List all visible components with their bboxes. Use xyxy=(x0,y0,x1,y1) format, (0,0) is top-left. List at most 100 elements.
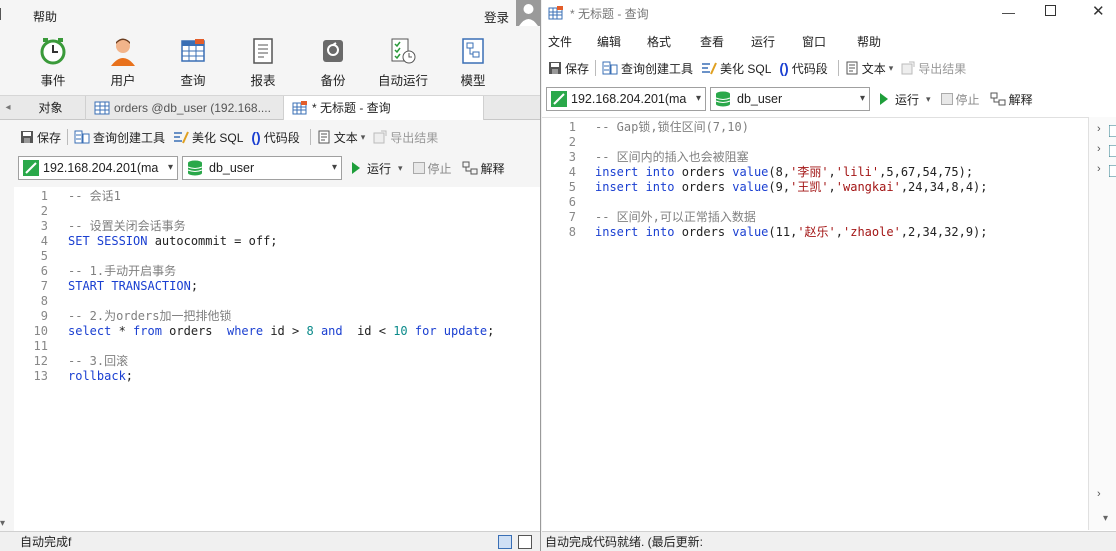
right-query-builder-label: 查询创建工具 xyxy=(621,61,694,76)
right-text-button[interactable]: 文本 ▾ xyxy=(845,60,893,77)
menu-format[interactable]: 格式 xyxy=(647,33,671,50)
tab-orders[interactable]: orders @db_user (192.168.... xyxy=(86,95,284,120)
code-token: ,5,67,54,75); xyxy=(879,165,974,179)
database-icon xyxy=(187,160,203,176)
split-view-icon[interactable] xyxy=(498,535,512,549)
right-title-bar: * 无标题 - 查询 — ✕ xyxy=(542,0,1116,26)
left-code-area[interactable]: -- 会话1 -- 设置关闭会话事务 SET SESSION autocommit… xyxy=(68,189,494,384)
left-database-select[interactable]: db_user ▾ xyxy=(182,156,342,180)
left-export-button[interactable]: 导出结果 xyxy=(373,129,438,146)
snippet-icon: () xyxy=(251,129,261,145)
save-icon xyxy=(21,131,33,143)
tab-objects[interactable]: 对象 xyxy=(16,95,86,120)
panel-view-icon[interactable] xyxy=(518,535,532,549)
chevron-down-icon: ▾ xyxy=(360,131,366,142)
code-token: -- Gap锁,锁住区间(7,10) xyxy=(595,120,749,134)
ribbon-user[interactable]: 用户 xyxy=(93,36,153,89)
close-button[interactable]: ✕ xyxy=(1092,2,1105,20)
right-query-builder-button[interactable]: 查询创建工具 xyxy=(602,60,693,77)
scroll-down-icon[interactable]: ▾ xyxy=(0,518,5,529)
menu-run[interactable]: 运行 xyxy=(751,33,775,50)
right-stop-label: 停止 xyxy=(955,92,980,107)
left-beautify-button[interactable]: 美化 SQL xyxy=(173,129,243,146)
left-text-button[interactable]: 文本 ▾ xyxy=(317,129,366,146)
ribbon-model-label: 模型 xyxy=(460,74,486,88)
ribbon-backup[interactable]: 备份 xyxy=(303,36,363,89)
right-line-numbers: 12345678 xyxy=(542,120,576,240)
left-save-button[interactable]: 保存 xyxy=(20,129,61,146)
menu-file[interactable]: 文件 xyxy=(548,33,572,50)
right-status-text: 自动完成代码就绪. (最后更新: xyxy=(545,535,703,549)
left-database-value: db_user xyxy=(209,161,255,175)
left-snippet-button[interactable]: () 代码段 xyxy=(251,129,299,146)
right-snippet-button[interactable]: () 代码段 xyxy=(779,60,827,77)
code-token: insert into xyxy=(595,225,675,239)
left-beautify-label: 美化 SQL xyxy=(192,130,244,145)
left-run-button[interactable]: 运行 ▾ xyxy=(352,160,403,177)
code-token: from xyxy=(133,324,162,338)
text-icon xyxy=(318,130,330,144)
tab-untitled-query[interactable]: * 无标题 - 查询 xyxy=(284,95,484,120)
menu-help[interactable]: 帮助 xyxy=(33,8,57,25)
menu-edit[interactable]: 编辑 xyxy=(597,33,621,50)
line-number: 10 xyxy=(33,324,48,338)
scroll-down-icon[interactable]: ▾ xyxy=(1103,513,1108,524)
maximize-button[interactable] xyxy=(1045,5,1056,16)
minimize-button[interactable]: — xyxy=(1002,5,1015,20)
tab-scroll-icon[interactable]: ◂ xyxy=(0,96,16,120)
stop-icon xyxy=(940,93,953,105)
line-number: 6 xyxy=(568,195,576,209)
menu-view[interactable]: 查看 xyxy=(700,33,724,50)
right-run-button[interactable]: 运行 ▾ xyxy=(880,91,931,108)
code-token: id < xyxy=(342,324,394,338)
expand-icon[interactable]: › xyxy=(1097,123,1101,135)
query-builder-icon xyxy=(602,61,618,75)
code-line: -- 会话1 xyxy=(68,189,494,204)
ribbon-event[interactable]: 事件 xyxy=(23,36,83,89)
left-explain-button[interactable]: 解释 xyxy=(462,160,505,177)
right-explain-button[interactable]: 解释 xyxy=(990,91,1033,108)
left-sql-editor[interactable]: 1 2 3 4 5 6 7 8 9 10 11 12 13 -- 会话1 -- 设置关闭会话事务 SET … xyxy=(14,187,540,531)
right-connection-select[interactable]: 192.168.204.201(ma ▾ xyxy=(546,87,706,111)
right-sql-editor[interactable]: 12345678 -- Gap锁,锁住区间(7,10) -- 区间内的插入也会被… xyxy=(542,117,1088,530)
ribbon-backup-label: 备份 xyxy=(320,74,346,88)
code-token: rollback xyxy=(68,369,126,383)
code-token: START TRANSACTION xyxy=(68,279,191,293)
left-status-bar: 自动完成f xyxy=(0,531,540,551)
right-export-button[interactable]: 导出结果 xyxy=(901,60,966,77)
menu-window[interactable]: 窗口 xyxy=(802,33,826,50)
expand-icon[interactable]: › xyxy=(1097,163,1101,175)
left-query-builder-button[interactable]: 查询创建工具 xyxy=(74,129,165,146)
expand-icon[interactable]: › xyxy=(1097,488,1101,500)
right-database-select[interactable]: db_user ▾ xyxy=(710,87,870,111)
ribbon-query[interactable]: 查询 xyxy=(163,36,223,89)
right-text-label: 文本 xyxy=(861,61,886,76)
autorun-icon xyxy=(391,38,416,64)
avatar[interactable] xyxy=(516,0,540,26)
beautify-icon xyxy=(702,62,717,75)
menu-help[interactable]: 帮助 xyxy=(857,33,881,50)
right-beautify-button[interactable]: 美化 SQL xyxy=(701,60,771,77)
code-line: -- 3.回滚 xyxy=(68,354,494,369)
ribbon-model[interactable]: 模型 xyxy=(443,36,503,89)
code-token: orders xyxy=(161,324,227,338)
code-token: -- 3.回滚 xyxy=(68,354,129,368)
left-stop-button[interactable]: 停止 xyxy=(412,160,452,177)
ribbon-report[interactable]: 报表 xyxy=(233,36,293,89)
chevron-down-icon: ▾ xyxy=(167,162,173,173)
ribbon-autorun[interactable]: 自动运行 xyxy=(373,36,433,89)
code-token: * xyxy=(111,324,134,338)
right-stop-button[interactable]: 停止 xyxy=(940,91,980,108)
right-code-area[interactable]: -- Gap锁,锁住区间(7,10) -- 区间内的插入也会被阻塞 insert … xyxy=(595,120,988,240)
login-link[interactable]: 登录 xyxy=(484,7,509,26)
left-connection-select[interactable]: 192.168.204.201(ma ▾ xyxy=(18,156,178,180)
code-token: , xyxy=(828,180,836,194)
right-save-button[interactable]: 保存 xyxy=(548,60,589,77)
chevron-down-icon: ▾ xyxy=(398,162,403,173)
code-token: autocommit = off; xyxy=(147,234,278,248)
code-token: -- 设置关闭会话事务 xyxy=(68,219,186,233)
expand-icon[interactable]: › xyxy=(1097,143,1101,155)
